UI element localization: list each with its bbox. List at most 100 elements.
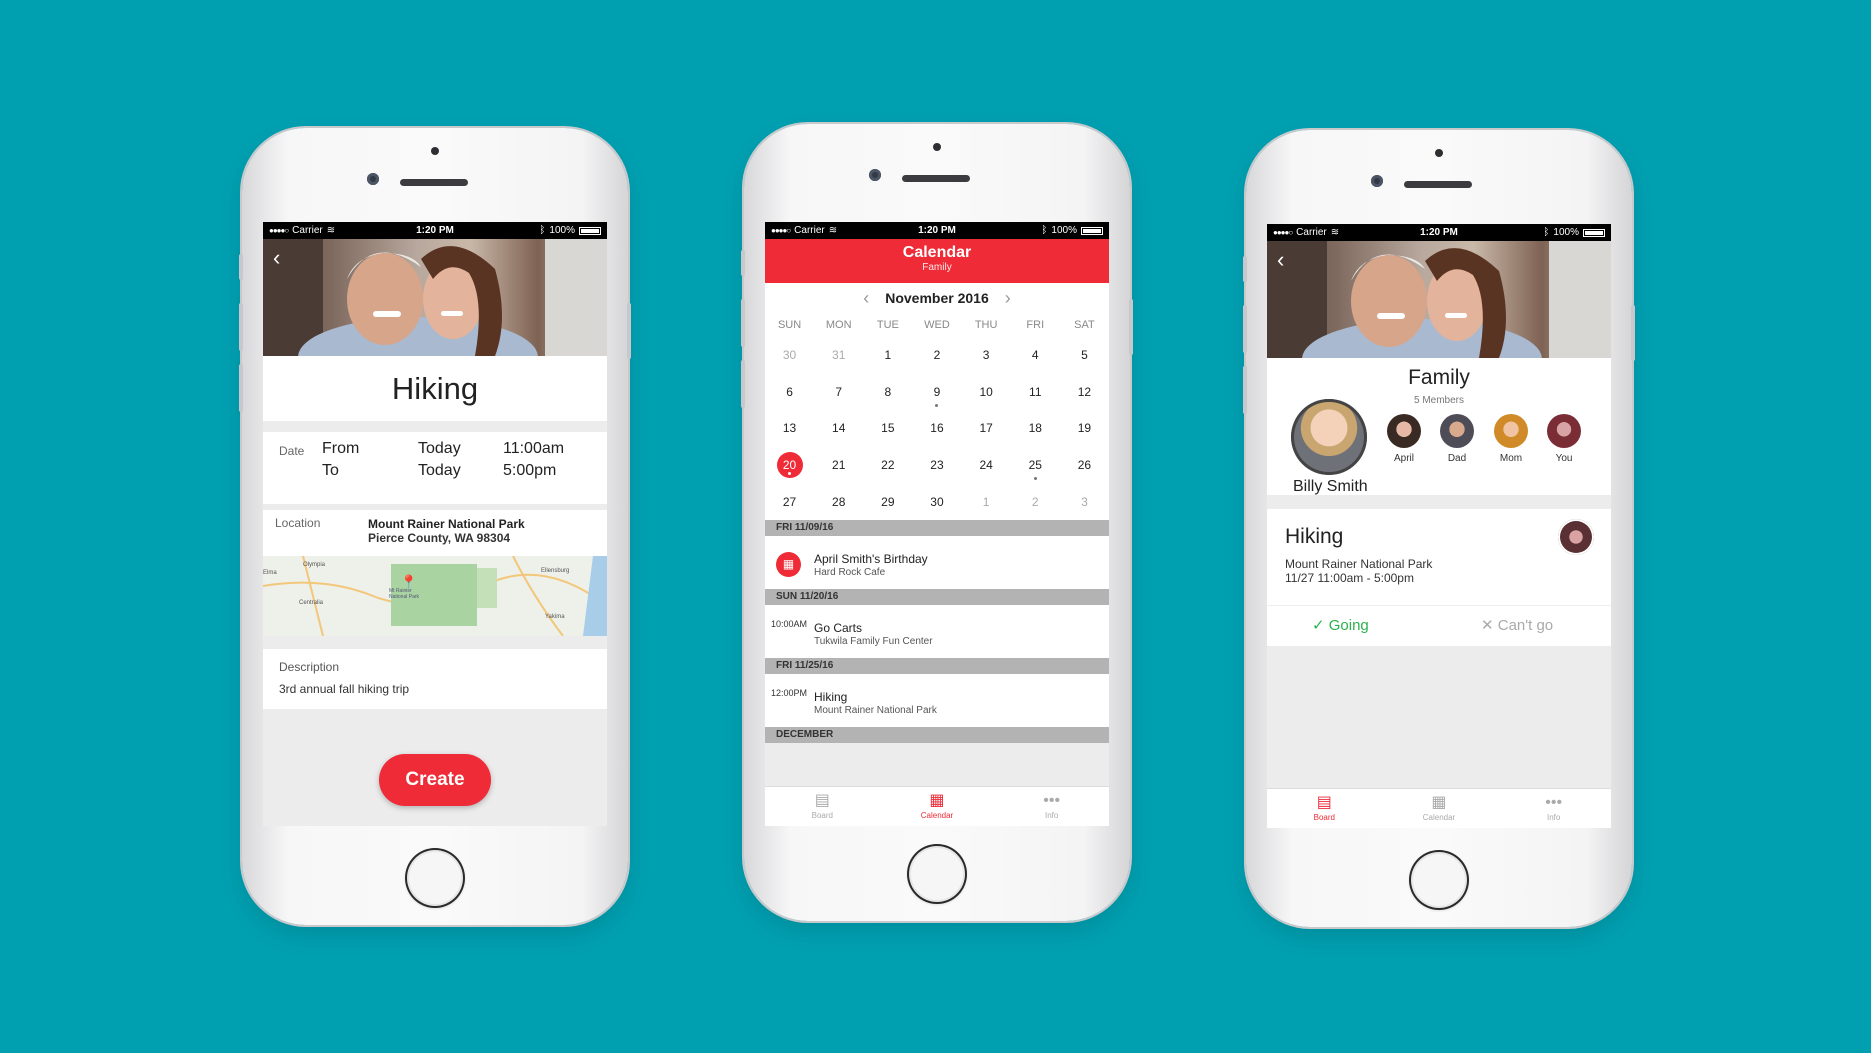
avatar [1440,414,1474,448]
calendar-day[interactable]: 17 [962,410,1011,447]
board-icon: ▤ [1316,794,1332,811]
calendar-day[interactable]: 5 [1060,337,1109,374]
back-chevron-icon[interactable]: ‹ [273,245,280,271]
agenda-event[interactable]: 12:00PM Hiking Mount Rainer National Park [765,673,1109,727]
calendar-day[interactable]: 30 [912,483,961,520]
event-host-avatar[interactable] [1558,519,1594,555]
home-button[interactable] [1409,850,1469,910]
divider [1267,605,1611,606]
from-time[interactable]: 11:00am [503,440,564,458]
going-button[interactable]: ✓ Going [1312,616,1369,634]
agenda-event-location: Tukwila Family Fun Center [814,635,933,647]
create-button[interactable]: Create [379,754,491,806]
day-number: 3 [1081,494,1088,509]
home-button[interactable] [907,844,967,904]
calendar-day[interactable]: 14 [814,410,863,447]
calendar-grid: 30 31 1 2 3 4 5 6 7 8 9 10 11 12 13 14 15 16 17 18 19 20 21 22 2… [765,337,1109,520]
front-camera [431,147,439,155]
calendar-day[interactable]: 31 [814,337,863,374]
calendar-day[interactable]: 18 [1011,410,1060,447]
date-section[interactable]: Date From Today 11:00am To Today 5:00pm [263,432,607,504]
event-title[interactable]: Hiking [263,356,607,421]
calendar-day[interactable]: 4 [1011,337,1060,374]
calendar-day[interactable]: 1 [962,483,1011,520]
next-month-chevron-icon[interactable]: › [1005,288,1011,309]
day-number: 30 [930,494,944,509]
proximity-sensor [367,173,379,185]
calendar-day[interactable]: 26 [1060,447,1109,484]
calendar-day[interactable]: 23 [912,447,961,484]
from-day[interactable]: Today [418,440,503,458]
map-label-elma: Elma [263,570,277,576]
calendar-day[interactable]: 29 [863,483,912,520]
to-time[interactable]: 5:00pm [503,462,556,480]
calendar-day[interactable]: 25 [1011,447,1060,484]
calendar-day[interactable]: 11 [1011,374,1060,411]
calendar-day[interactable]: 21 [814,447,863,484]
featured-member-avatar[interactable] [1291,399,1367,475]
calendar-day[interactable]: 15 [863,410,912,447]
agenda-event-title: Go Carts [814,620,863,635]
calendar-day[interactable]: 9 [912,374,961,411]
back-chevron-icon[interactable]: ‹ [1277,247,1284,273]
tab-board[interactable]: ▤ Board [765,787,880,826]
volume-up-button [239,303,243,351]
more-dots-icon: ••• [1043,792,1061,809]
calendar-day[interactable]: 28 [814,483,863,520]
tab-calendar[interactable]: ▦ Calendar [880,787,995,826]
description-value[interactable]: 3rd annual fall hiking trip [279,682,409,696]
tab-info[interactable]: ••• Info [994,787,1109,826]
more-dots-icon: ••• [1545,794,1563,811]
tab-calendar[interactable]: ▦ Calendar [1382,789,1497,828]
calendar-day[interactable]: 13 [765,410,814,447]
calendar-day[interactable]: 8 [863,374,912,411]
calendar-day[interactable]: 24 [962,447,1011,484]
agenda-event[interactable]: ▦ April Smith's Birthday Hard Rock Cafe [765,535,1109,589]
calendar-day[interactable]: 12 [1060,374,1109,411]
calendar-day[interactable]: 19 [1060,410,1109,447]
member-name: Dad [1447,453,1467,464]
event-card-title: Hiking [1285,525,1344,548]
prev-month-chevron-icon[interactable]: ‹ [863,288,869,309]
calendar-day[interactable]: 2 [1011,483,1060,520]
calendar-day[interactable]: 27 [765,483,814,520]
calendar-day[interactable]: 10 [962,374,1011,411]
description-section[interactable]: Description 3rd annual fall hiking trip [263,649,607,709]
to-day[interactable]: Today [418,462,503,480]
tab-board-label: Board [1313,813,1335,822]
calendar-day[interactable]: 2 [912,337,961,374]
to-row[interactable]: To Today 5:00pm [322,462,556,480]
home-button[interactable] [405,848,465,908]
agenda-event-location: Hard Rock Cafe [814,566,886,578]
from-row[interactable]: From Today 11:00am [322,440,564,458]
calendar-day[interactable]: 30 [765,337,814,374]
member-mom[interactable]: Mom [1492,414,1530,464]
calendar-day[interactable]: 3 [1060,483,1109,520]
calendar-day[interactable]: 7 [814,374,863,411]
map-label-centralia: Centralia [299,600,324,606]
event-card[interactable]: Hiking Mount Rainer National Park 11/27 … [1267,509,1611,646]
status-bar: ●●●●○ Carrier ≋ 1:20 PM ᛒ 100% [1267,224,1611,241]
calendar-day-today[interactable]: 20 [765,447,814,484]
member-dad[interactable]: Dad [1438,414,1476,464]
member-april[interactable]: April [1385,414,1423,464]
agenda-section-header: DECEMBER [765,726,1109,743]
location-name[interactable]: Mount Rainer National Park [368,517,525,531]
location-section[interactable]: Location Mount Rainer National Park Pier… [263,510,607,556]
member-name: April [1393,453,1414,464]
day-number: 1 [884,348,892,363]
member-you[interactable]: You [1545,414,1583,464]
day-number: 19 [1077,421,1092,436]
tab-board[interactable]: ▤ Board [1267,789,1382,828]
calendar-day[interactable]: 1 [863,337,912,374]
calendar-day[interactable]: 6 [765,374,814,411]
date-label: Date [279,444,305,458]
calendar-day[interactable]: 3 [962,337,1011,374]
calendar-day[interactable]: 22 [863,447,912,484]
agenda-event[interactable]: 10:00AM Go Carts Tukwila Family Fun Center [765,604,1109,658]
location-map[interactable]: Olympia Elma Mt Rainier National Park El… [263,556,607,636]
tab-info[interactable]: ••• Info [1496,789,1611,828]
cant-go-button[interactable]: ✕ Can't go [1481,616,1553,634]
location-address: Pierce County, WA 98304 [368,531,511,545]
calendar-day[interactable]: 16 [912,410,961,447]
